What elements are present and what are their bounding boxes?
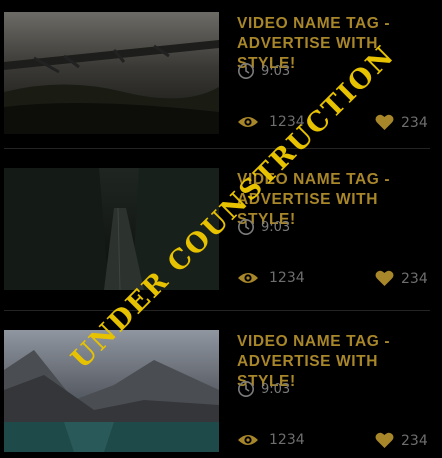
clock-icon	[238, 381, 254, 397]
eye-icon	[238, 117, 258, 127]
video-duration: 9:03	[237, 62, 290, 80]
views-label: 1234	[269, 270, 305, 286]
duration-label: 9:03	[261, 381, 291, 397]
duration-label: 9:03	[261, 219, 291, 235]
likes-label: 234	[401, 270, 428, 287]
view-count: 1234	[237, 114, 305, 130]
heart-icon[interactable]	[375, 432, 394, 449]
view-count: 1234	[237, 270, 305, 286]
clock-icon	[238, 219, 254, 235]
video-thumbnail[interactable]	[4, 168, 219, 290]
duration-label: 9:03	[261, 63, 291, 79]
like-count[interactable]: 234	[375, 270, 428, 287]
heart-icon[interactable]	[375, 114, 394, 131]
video-card[interactable]: VIDEO NAME TAG - ADVERTISE WITH STYLE! 9…	[0, 318, 442, 458]
heart-icon[interactable]	[375, 270, 394, 287]
card-divider	[4, 148, 430, 149]
views-label: 1234	[269, 114, 305, 130]
like-count[interactable]: 234	[375, 432, 428, 449]
eye-icon	[238, 273, 258, 283]
card-divider	[4, 310, 430, 311]
views-label: 1234	[269, 432, 305, 448]
likes-label: 234	[401, 432, 428, 449]
like-count[interactable]: 234	[375, 114, 428, 131]
view-count: 1234	[237, 432, 305, 448]
video-thumbnail[interactable]	[4, 12, 219, 134]
likes-label: 234	[401, 114, 428, 131]
video-duration: 9:03	[237, 218, 290, 236]
video-duration: 9:03	[237, 380, 290, 398]
video-card[interactable]: VIDEO NAME TAG - ADVERTISE WITH STYLE! 9…	[0, 156, 442, 296]
clock-icon	[238, 63, 254, 79]
video-card[interactable]: VIDEO NAME TAG - ADVERTISE WITH STYLE! 9…	[0, 0, 442, 140]
video-thumbnail[interactable]	[4, 330, 219, 452]
eye-icon	[238, 435, 258, 445]
